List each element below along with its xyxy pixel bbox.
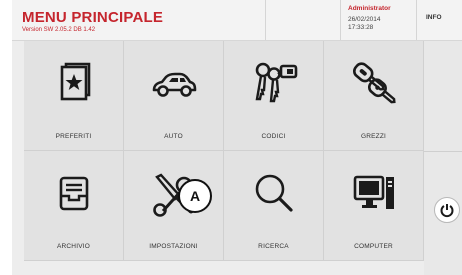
header-divider xyxy=(340,0,341,40)
tile-codici[interactable]: CODICI xyxy=(224,41,324,151)
tile-label: COMPUTER xyxy=(354,243,393,250)
computer-monitor-icon xyxy=(353,175,394,209)
header-bar: MENU PRINCIPALE Version SW 2.05.2 DB 1.4… xyxy=(12,0,462,41)
current-time: 17:33:28 xyxy=(348,24,374,31)
tile-label: ARCHIVIO xyxy=(56,243,91,250)
info-button[interactable]: INFO xyxy=(426,14,442,21)
tile-grezzi[interactable]: GREZZI xyxy=(324,41,424,151)
tile-impostazioni[interactable]: IMPOSTAZIONI xyxy=(124,151,224,261)
current-date: 26/02/2014 xyxy=(348,16,381,23)
tile-label: CODICI xyxy=(261,133,286,140)
magnifier-icon xyxy=(255,174,293,212)
header-divider xyxy=(416,0,417,40)
tile-label: IMPOSTAZIONI xyxy=(149,243,198,250)
page-title: MENU PRINCIPALE xyxy=(22,9,164,26)
right-side-panel xyxy=(424,41,462,275)
key-blanks-icon xyxy=(352,62,396,104)
tile-computer[interactable]: COMPUTER xyxy=(324,151,424,261)
tile-label: GREZZI xyxy=(360,133,387,140)
archive-tray-icon xyxy=(59,176,89,211)
tile-label: AUTO xyxy=(164,133,183,140)
tile-label: RICERCA xyxy=(258,243,289,250)
user-name: Administrator xyxy=(348,5,391,12)
car-icon xyxy=(152,72,197,97)
software-version: Version SW 2.05.2 DB 1.42 xyxy=(22,27,96,33)
date-time: 26/02/2014 17:33:28 xyxy=(348,16,381,32)
keys-with-tag-icon xyxy=(255,62,298,103)
tile-archivio[interactable]: ARCHIVIO xyxy=(24,151,124,261)
divider xyxy=(424,151,462,152)
header-divider xyxy=(265,0,266,40)
main-menu-screen: MENU PRINCIPALE Version SW 2.05.2 DB 1.4… xyxy=(12,0,462,275)
favorites-star-card-icon xyxy=(60,62,91,101)
callout-marker: A xyxy=(178,179,212,213)
tile-preferiti[interactable]: PREFERITI xyxy=(24,41,124,151)
power-icon xyxy=(440,204,454,218)
tile-auto[interactable]: AUTO xyxy=(124,41,224,151)
tile-ricerca[interactable]: RICERCA xyxy=(224,151,324,261)
tile-label: PREFERITI xyxy=(55,133,92,140)
power-button[interactable] xyxy=(434,197,460,223)
